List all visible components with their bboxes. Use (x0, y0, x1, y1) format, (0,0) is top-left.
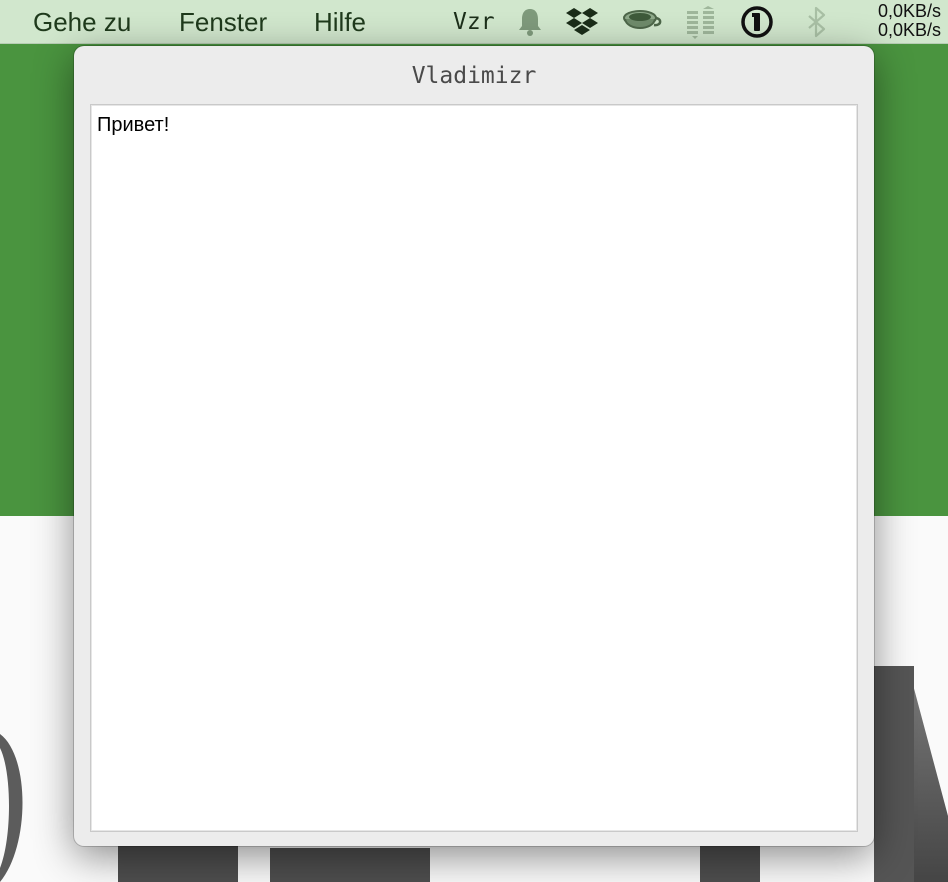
bluetooth-icon[interactable] (800, 5, 834, 39)
app-window: Vladimizr Привет! (74, 46, 874, 846)
teacup-icon[interactable] (622, 5, 662, 39)
network-speed-monitor[interactable]: 0,0KB/s 0,0KB/s (878, 2, 941, 40)
upload-speed: 0,0KB/s (878, 1, 942, 21)
download-speed: 0,0KB/s (878, 20, 942, 40)
menu-gehe-zu[interactable]: Gehe zu (33, 7, 131, 37)
menu-bar: Gehe zu Fenster Hilfe Vzr 0,0KB/s 0,0KB/… (0, 0, 948, 44)
menu-fenster[interactable]: Fenster (179, 7, 267, 37)
stack-icon[interactable] (684, 5, 718, 39)
menu-hilfe[interactable]: Hilfe (314, 7, 366, 37)
text-editor-area[interactable]: Привет! (90, 104, 858, 832)
1password-icon[interactable] (740, 5, 774, 39)
status-item-app[interactable]: Vzr (453, 8, 495, 36)
bell-icon[interactable] (513, 5, 547, 39)
dropbox-icon[interactable] (565, 5, 599, 39)
window-title[interactable]: Vladimizr (74, 62, 874, 90)
